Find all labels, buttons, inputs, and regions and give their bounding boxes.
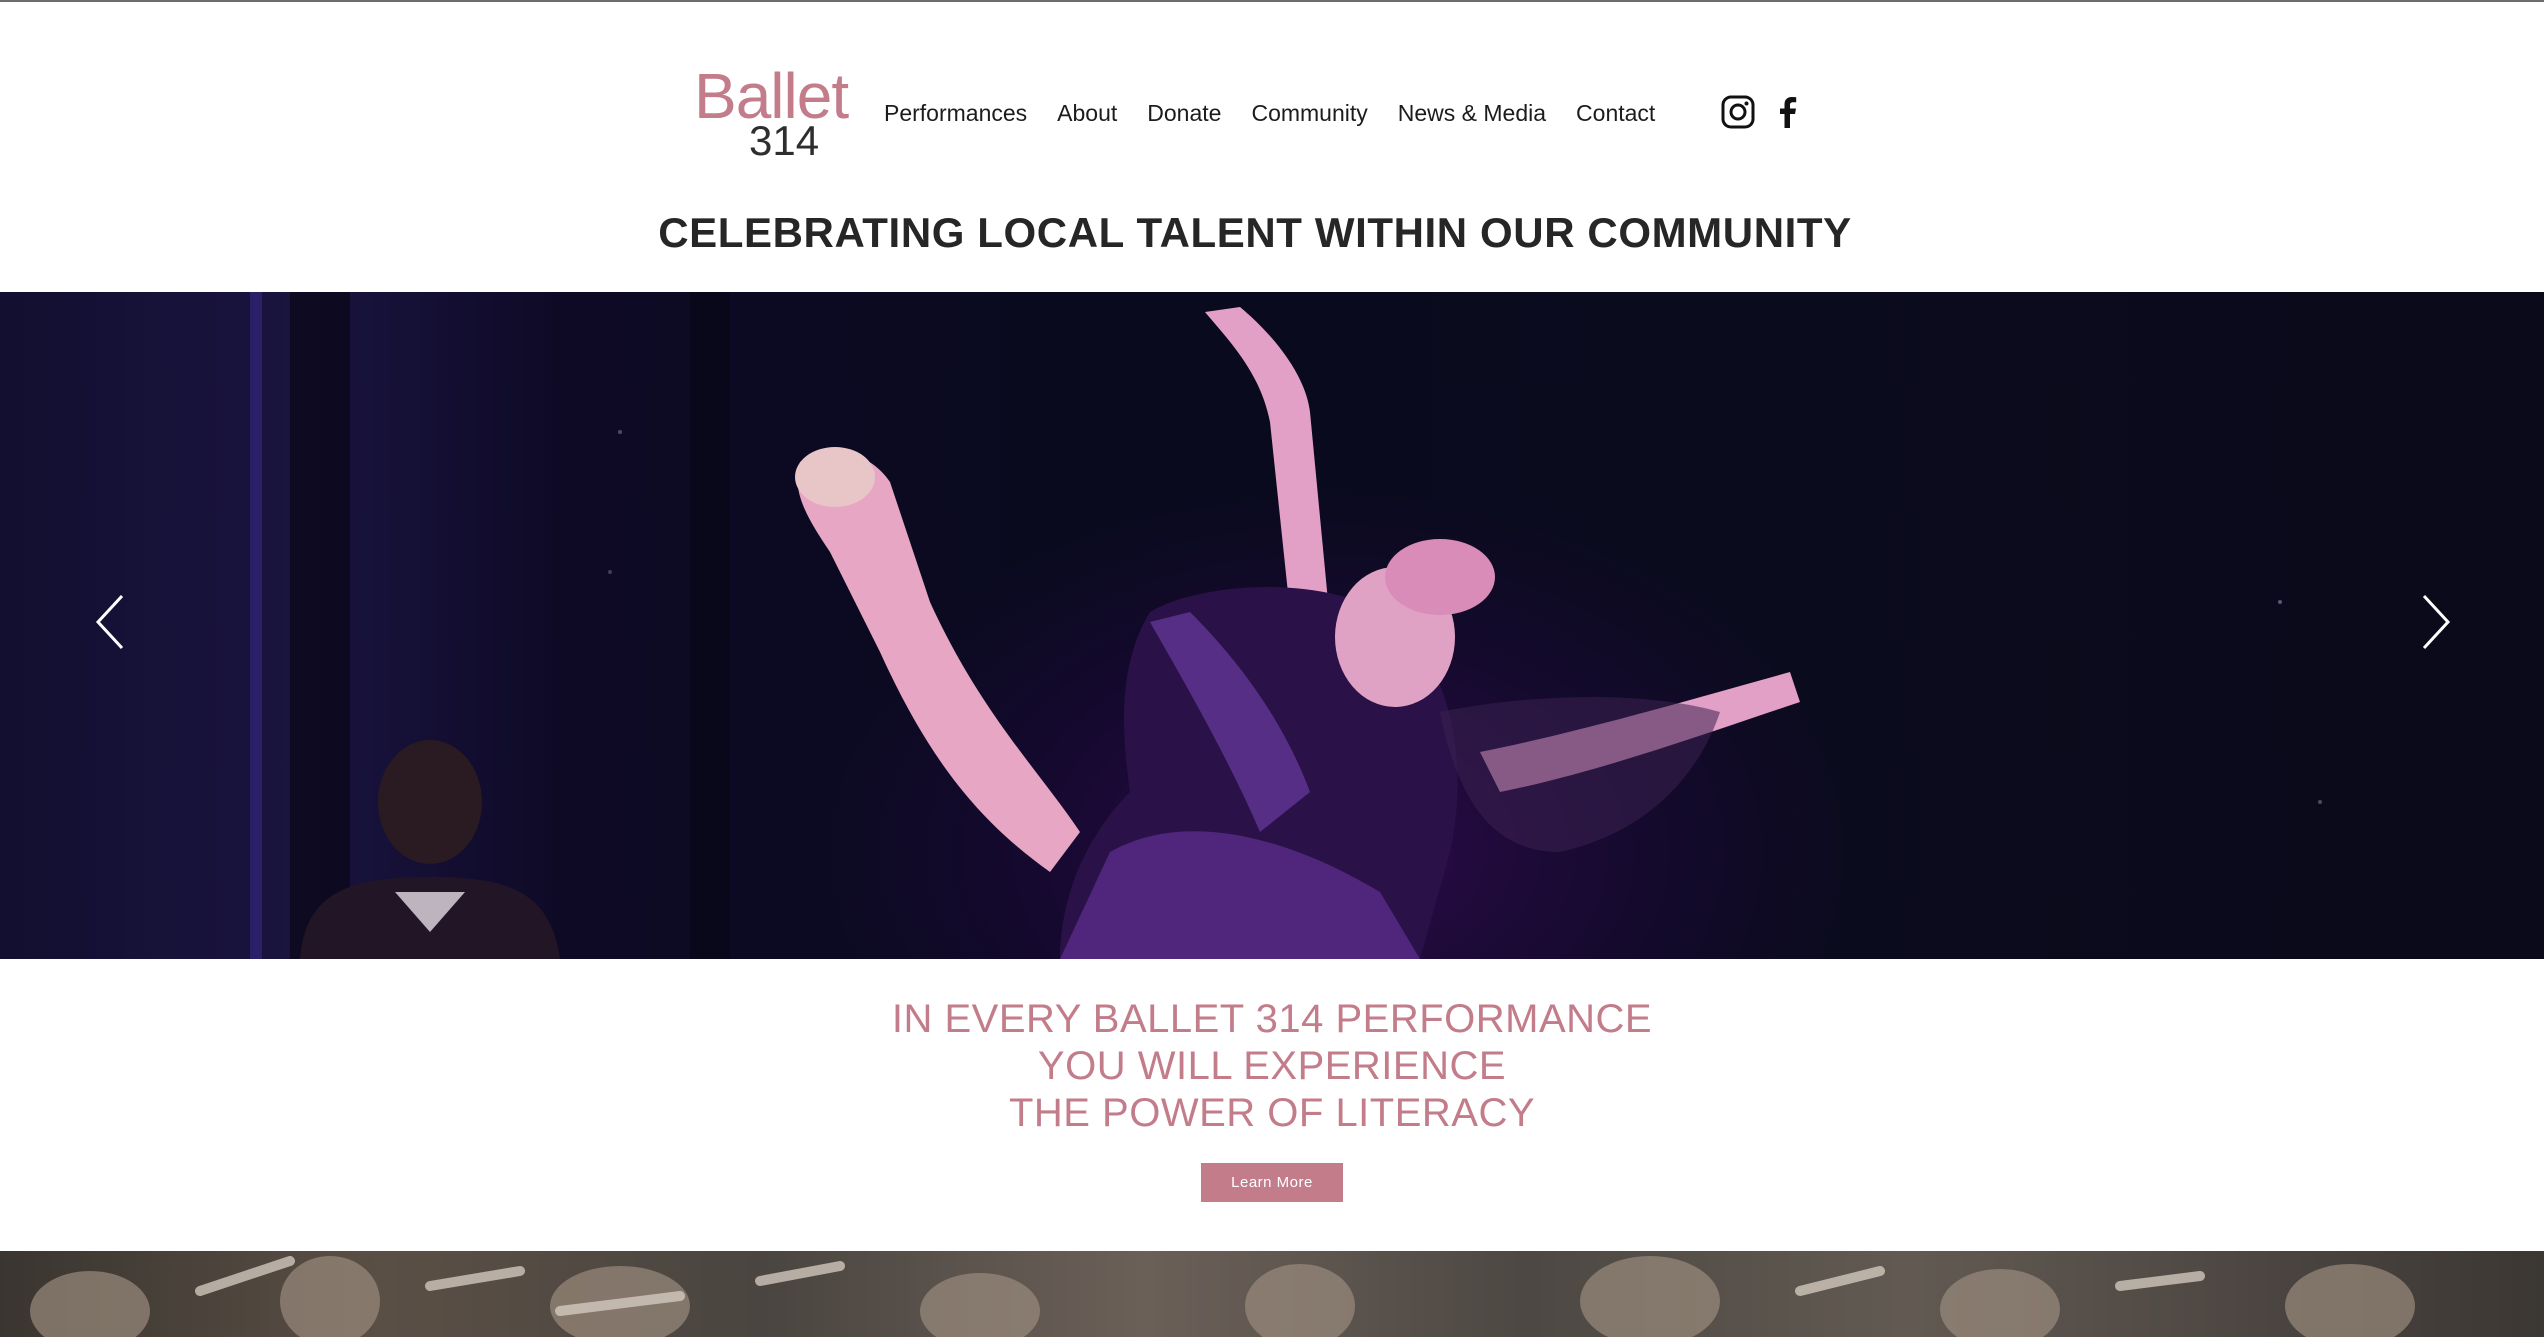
facebook-icon[interactable] <box>1770 94 1806 130</box>
nav-about[interactable]: About <box>1057 98 1117 128</box>
hero-image <box>250 292 2322 959</box>
nav-community[interactable]: Community <box>1251 98 1367 128</box>
nav-news-media[interactable]: News & Media <box>1398 98 1546 128</box>
tagline: IN EVERY BALLET 314 PERFORMANCE YOU WILL… <box>0 996 2544 1137</box>
top-border <box>0 0 2544 2</box>
chevron-left-icon[interactable] <box>92 592 132 652</box>
instagram-icon[interactable] <box>1720 94 1756 130</box>
nav-contact[interactable]: Contact <box>1576 98 1655 128</box>
ensemble-image <box>0 1251 2544 1337</box>
tagline-line-3: THE POWER OF LITERACY <box>1008 1091 1536 1135</box>
nav-performances[interactable]: Performances <box>884 98 1027 128</box>
social-links <box>1720 94 1820 130</box>
hero-slideshow[interactable] <box>0 292 2544 959</box>
chevron-right-icon[interactable] <box>2414 592 2454 652</box>
tagline-line-1: IN EVERY BALLET 314 PERFORMANCE <box>891 997 1653 1041</box>
tagline-line-2: YOU WILL EXPERIENCE <box>1037 1044 1507 1088</box>
site-logo[interactable]: Ballet 314 <box>694 64 858 164</box>
learn-more-button[interactable]: Learn More <box>1201 1163 1343 1202</box>
page-headline: CELEBRATING LOCAL TALENT WITHIN OUR COMM… <box>658 209 1852 256</box>
main-nav: Performances About Donate Community News… <box>884 98 1685 128</box>
ensemble-photo <box>30 1256 2415 1337</box>
logo-number: 314 <box>749 117 820 164</box>
nav-donate[interactable]: Donate <box>1147 98 1221 128</box>
